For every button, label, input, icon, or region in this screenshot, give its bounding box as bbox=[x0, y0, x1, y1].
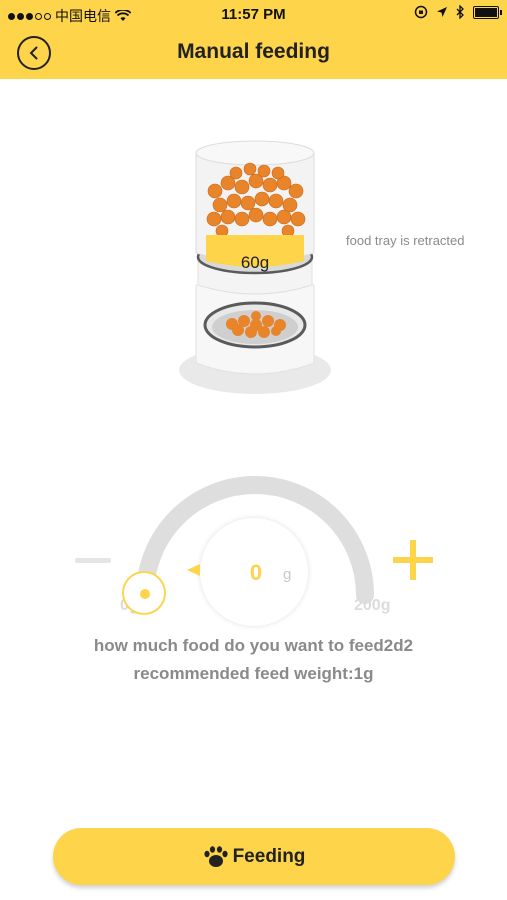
bluetooth-icon bbox=[456, 5, 464, 19]
page-title: Manual feeding bbox=[177, 40, 330, 63]
paw-icon bbox=[203, 845, 228, 867]
dial-max-label: 200g bbox=[354, 597, 391, 614]
minus-icon bbox=[75, 557, 111, 563]
location-icon bbox=[437, 7, 447, 17]
dial-knob[interactable] bbox=[122, 571, 166, 615]
feeding-button[interactable]: Feeding bbox=[53, 828, 455, 885]
recommended-weight-text: recommended feed weight:1g bbox=[133, 664, 374, 683]
rotation-lock-icon bbox=[414, 5, 428, 19]
feeder-illustration: 60g bbox=[170, 135, 340, 405]
pointer-arrow-icon bbox=[187, 564, 200, 576]
status-bar: 中国电信 11:57 PM bbox=[0, 0, 507, 28]
increase-button[interactable] bbox=[393, 540, 433, 580]
status-right bbox=[414, 5, 502, 19]
decrease-button[interactable] bbox=[74, 551, 112, 569]
feed-question-text: how much food do you want to feed2d2 bbox=[93, 636, 414, 655]
battery-icon bbox=[473, 5, 502, 19]
feeding-button-label: Feeding bbox=[232, 845, 306, 867]
feed-amount-value: 0 bbox=[249, 560, 263, 585]
header-bar: 中国电信 11:57 PM Manual feeding bbox=[0, 0, 507, 79]
feed-amount-unit: g bbox=[283, 566, 292, 583]
food-weight-label: 60g bbox=[240, 253, 270, 272]
tray-status-text: food tray is retracted bbox=[346, 233, 465, 248]
